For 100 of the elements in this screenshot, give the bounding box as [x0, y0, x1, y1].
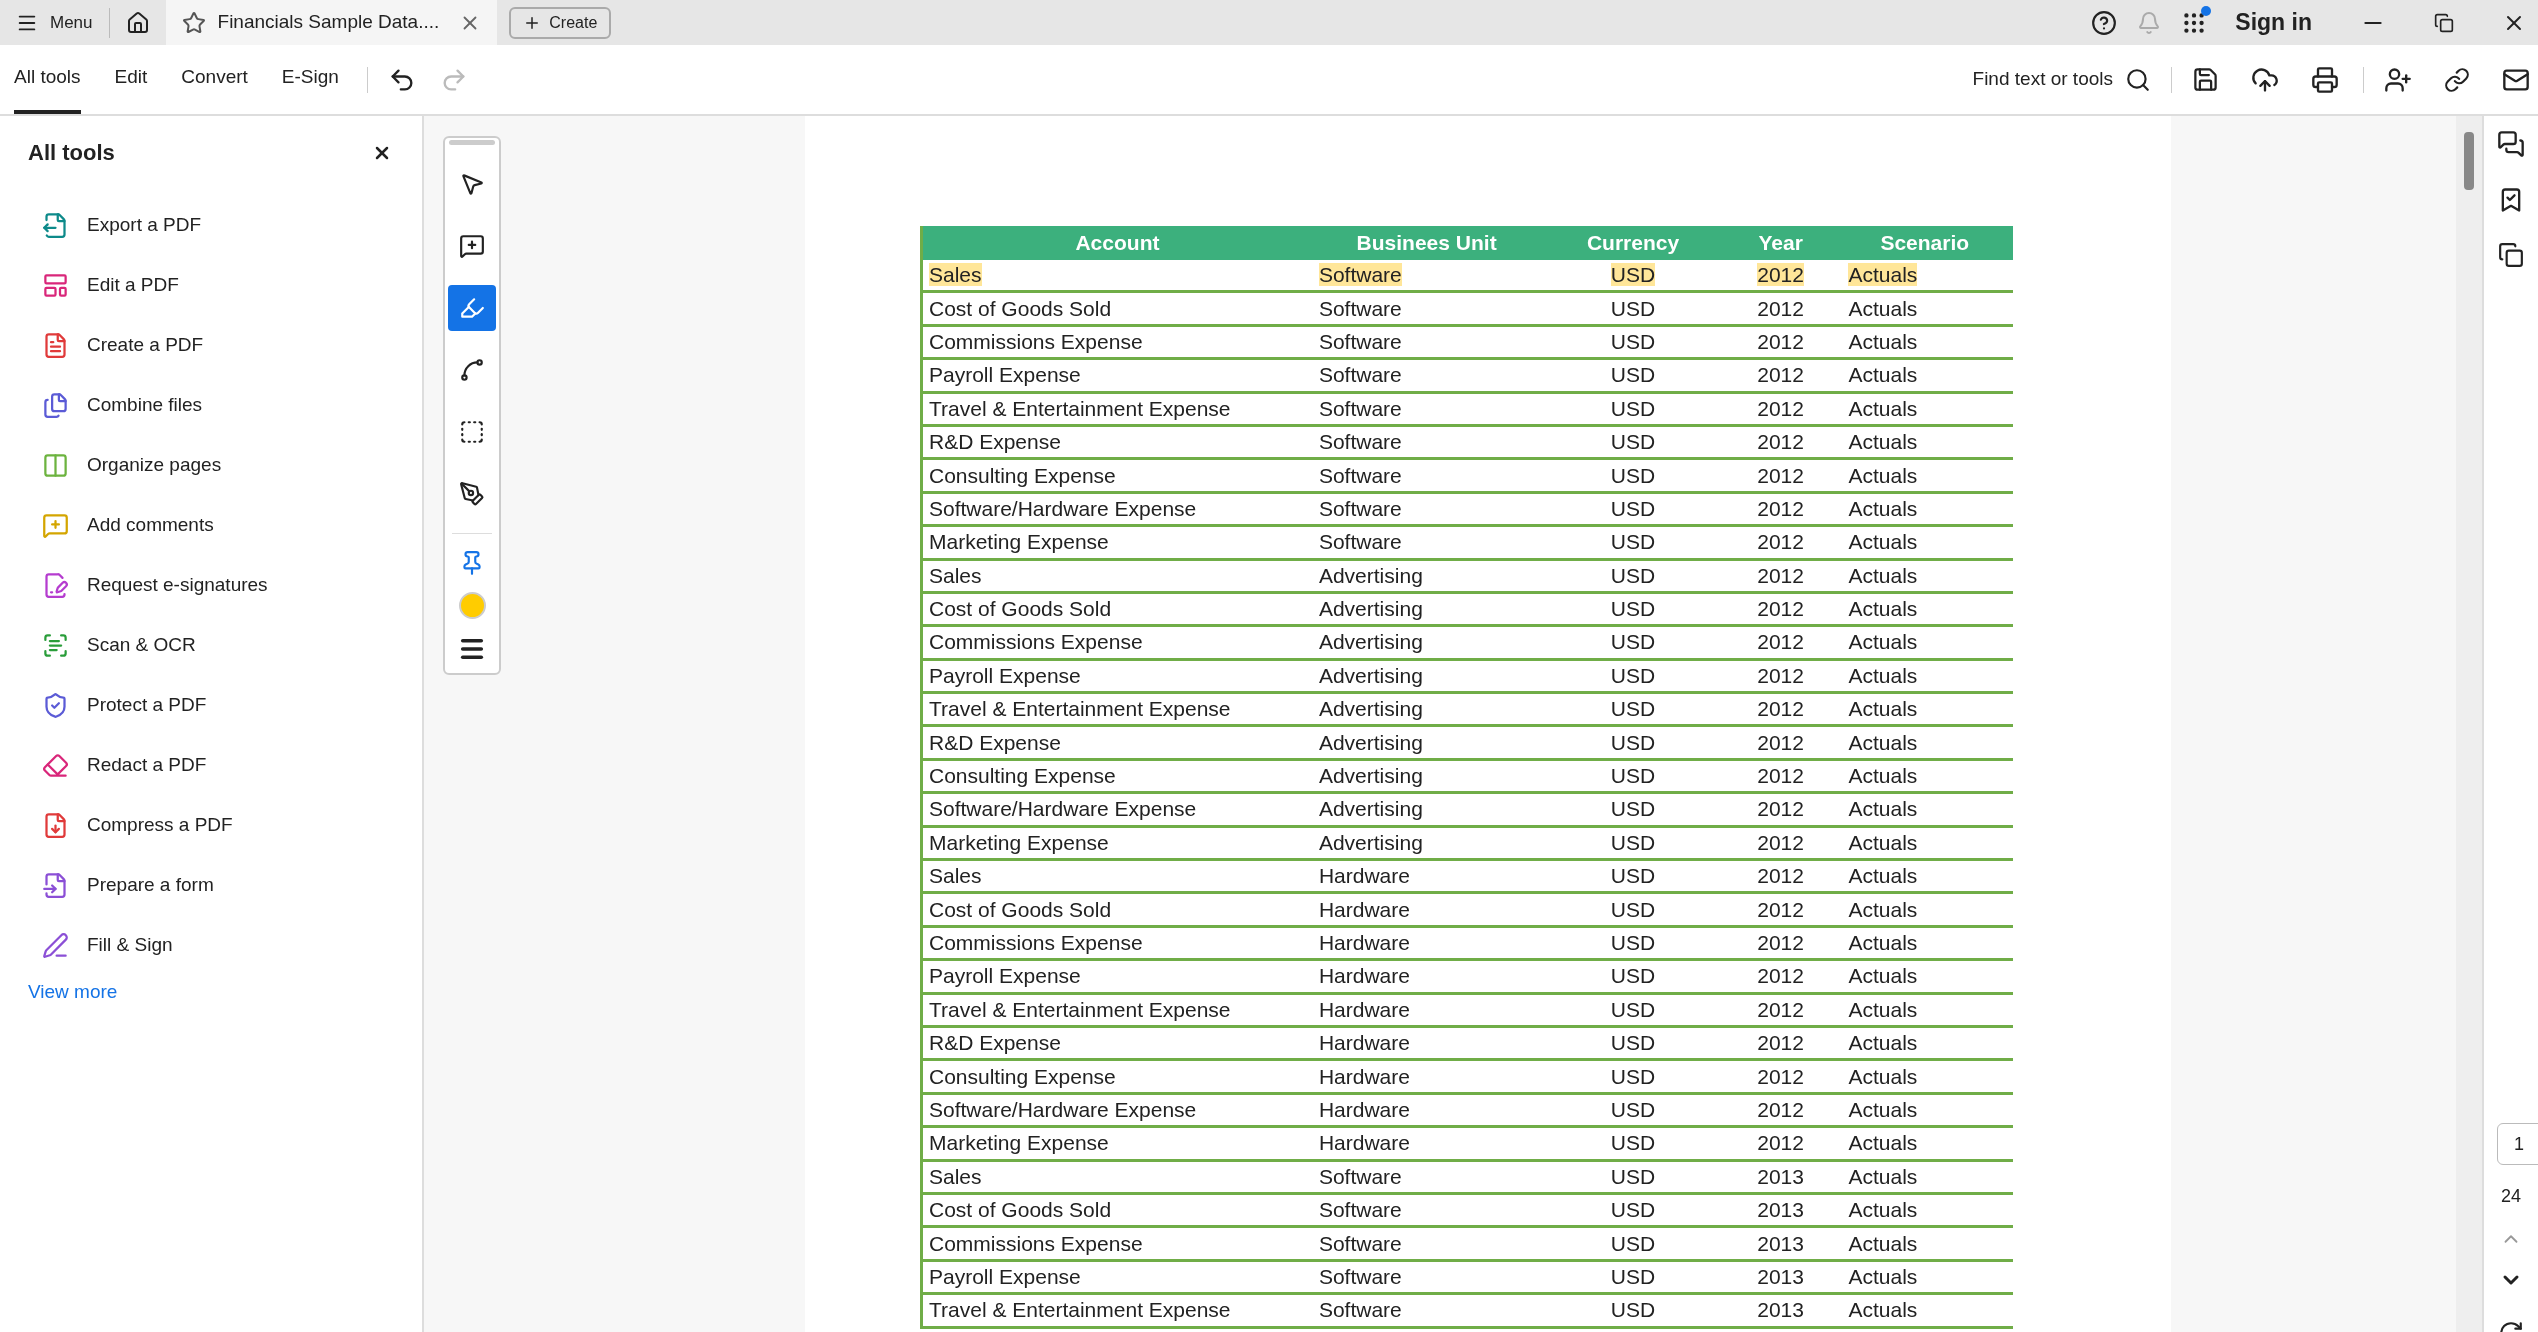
page-number-field[interactable]: 1: [2497, 1123, 2538, 1165]
table-cell: Commissions Expense: [929, 329, 1143, 353]
table-cell: 2012: [1757, 764, 1804, 788]
table-cell: 2012: [1757, 730, 1804, 754]
comments-icon[interactable]: [2497, 130, 2525, 158]
table-cell: 2012: [1757, 964, 1804, 988]
table-cell: USD: [1610, 1097, 1656, 1121]
redact-icon: [42, 751, 69, 779]
menu-button[interactable]: Menu: [0, 0, 109, 45]
table-cell: 2012: [1757, 830, 1804, 854]
highlighter-tool[interactable]: [448, 285, 496, 331]
table-cell: USD: [1610, 1064, 1656, 1088]
tool-link[interactable]: Organize pages: [87, 450, 222, 480]
apps-icon[interactable]: [2181, 9, 2208, 36]
tool-link[interactable]: Export a PDF: [87, 210, 202, 240]
table-cell: Actuals: [1848, 1298, 1918, 1322]
table-cell: Software: [1318, 396, 1402, 420]
table-cell: Advertising: [1318, 697, 1423, 721]
link-icon[interactable]: [2444, 66, 2470, 93]
help-icon[interactable]: [2091, 9, 2118, 36]
share-icon[interactable]: [2384, 65, 2412, 94]
table-cell: 2012: [1757, 697, 1804, 721]
table-cell: 2012: [1757, 296, 1804, 320]
table-cell: Software: [1318, 530, 1402, 554]
toolbar-tab[interactable]: E-Sign: [281, 45, 339, 114]
table-cell: Payroll Expense: [929, 363, 1081, 387]
scrollbar[interactable]: [2456, 116, 2482, 1332]
shield-icon: [42, 691, 69, 719]
table-cell: Marketing Expense: [929, 530, 1109, 554]
table-cell: Cost of Goods Sold: [929, 1198, 1112, 1222]
freehand-icon: [459, 357, 485, 383]
table-cell: Software: [1318, 263, 1402, 287]
color-swatch[interactable]: [458, 592, 486, 619]
tool-link[interactable]: Request e-signatures: [87, 570, 268, 600]
table-cell: Cost of Goods Sold: [929, 897, 1112, 921]
table-cell: Actuals: [1848, 530, 1918, 554]
toolbar-tab[interactable]: Edit: [114, 45, 148, 114]
table-cell: 2012: [1757, 597, 1804, 621]
tool-link[interactable]: Redact a PDF: [87, 750, 207, 780]
table-cell: Consulting Expense: [929, 764, 1116, 788]
tool-link[interactable]: Create a PDF: [87, 330, 204, 360]
table-cell: USD: [1610, 1131, 1656, 1155]
pointer-icon: [459, 171, 485, 197]
table-cell: Cost of Goods Sold: [929, 296, 1112, 320]
panel-title: All tools: [28, 139, 115, 167]
search-icon: [2125, 66, 2151, 93]
tool-link[interactable]: Scan & OCR: [87, 630, 196, 660]
table-cell: 2012: [1757, 931, 1804, 954]
sign-in-button[interactable]: Sign in: [2235, 5, 2312, 40]
table-cell: Actuals: [1848, 997, 1918, 1021]
table-cell: Advertising: [1318, 764, 1423, 788]
view-more-link[interactable]: View more: [28, 978, 392, 1007]
table-cell: 2012: [1757, 663, 1804, 687]
create-button[interactable]: Create: [509, 6, 612, 39]
tool-link[interactable]: Add comments: [87, 510, 214, 540]
tool-link[interactable]: Edit a PDF: [87, 270, 179, 300]
table-cell: Actuals: [1848, 1031, 1918, 1055]
pages-icon[interactable]: [2498, 242, 2524, 268]
files-icon: [42, 391, 69, 419]
restore-icon[interactable]: [2434, 12, 2454, 33]
table-cell: USD: [1610, 296, 1656, 320]
table-cell: 2012: [1757, 363, 1804, 387]
toolbar-tab[interactable]: Convert: [181, 45, 248, 114]
table-cell: Software: [1318, 296, 1402, 320]
search-button[interactable]: Find text or tools: [1972, 65, 2151, 94]
column-header: Currency: [1585, 230, 1681, 256]
tool-link[interactable]: Fill & Sign: [87, 930, 173, 960]
table-cell: USD: [1610, 764, 1656, 788]
table-cell: Cost of Goods Sold: [929, 597, 1112, 621]
table-cell: Actuals: [1848, 1231, 1918, 1255]
table-cell: 2012: [1757, 563, 1804, 587]
upload-icon[interactable]: [2251, 65, 2279, 94]
table-cell: Advertising: [1318, 630, 1423, 654]
tool-link[interactable]: Protect a PDF: [87, 690, 207, 720]
tool-link[interactable]: Compress a PDF: [87, 810, 233, 840]
table-cell: USD: [1610, 797, 1656, 821]
document-tab[interactable]: Financials Sample Data....: [165, 0, 498, 45]
table-cell: Actuals: [1848, 563, 1918, 587]
table-cell: Hardware: [1318, 964, 1410, 988]
table-cell: USD: [1610, 597, 1656, 621]
table-cell: Hardware: [1318, 1131, 1410, 1155]
save-icon[interactable]: [2192, 66, 2219, 93]
table-cell: Actuals: [1848, 363, 1918, 387]
column-header: Account: [1074, 230, 1161, 256]
table-cell: R&D Expense: [929, 730, 1061, 754]
tool-link[interactable]: Prepare a form: [87, 870, 214, 900]
column-header: Scenario: [1879, 230, 1971, 256]
tool-link[interactable]: Combine files: [87, 390, 203, 420]
table-cell: USD: [1610, 1298, 1656, 1322]
table-cell: 2012: [1757, 430, 1804, 454]
table-cell: 2012: [1757, 530, 1804, 554]
table-cell: Consulting Expense: [929, 463, 1116, 487]
table-cell: USD: [1610, 363, 1656, 387]
table-cell: Travel & Entertainment Expense: [929, 997, 1231, 1021]
table-cell: Actuals: [1848, 797, 1918, 821]
print-icon[interactable]: [2311, 65, 2339, 94]
table-cell: Actuals: [1848, 296, 1918, 320]
table-cell: USD: [1610, 1164, 1656, 1188]
table-cell: USD: [1610, 830, 1656, 854]
table-cell: Software/Hardware Expense: [929, 797, 1197, 821]
